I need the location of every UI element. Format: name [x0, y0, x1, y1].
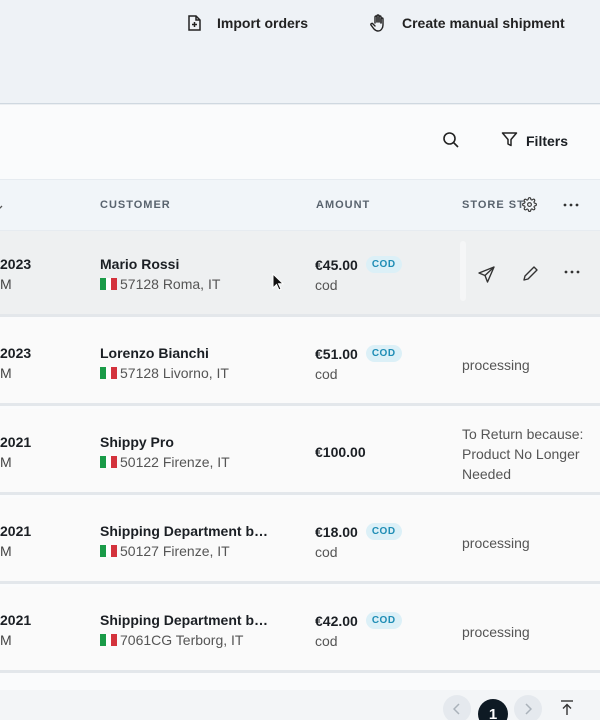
store-status: processing	[462, 624, 530, 640]
customer-name: Lorenzo Bianchi	[100, 345, 209, 361]
prev-page-button[interactable]	[443, 695, 471, 720]
amount-value: €42.00	[315, 612, 358, 629]
table-row[interactable]: 2021 M Shipping Department by B… 7061CG …	[0, 587, 600, 673]
order-time: M	[0, 454, 12, 470]
hand-icon	[370, 14, 386, 32]
table-header: CUSTOMER AMOUNT STORE ST	[0, 179, 600, 231]
column-header-store-status[interactable]: STORE ST	[462, 199, 525, 211]
table-toolbar: Filters	[0, 105, 600, 179]
address-text: 50122 Firenze, IT	[120, 454, 230, 470]
payment-method: cod	[315, 544, 338, 560]
sort-arrow-icon[interactable]	[0, 199, 6, 214]
payment-method: cod	[315, 366, 338, 382]
italy-flag-icon	[100, 278, 118, 290]
address-text: 7061CG Terborg, IT	[120, 632, 244, 648]
filters-label: Filters	[526, 133, 569, 149]
italy-flag-icon	[100, 367, 118, 379]
filter-icon	[501, 131, 518, 151]
status-placeholder	[460, 241, 466, 301]
customer-address: 57128 Livorno, IT	[100, 365, 229, 381]
order-time: M	[0, 276, 12, 292]
italy-flag-icon	[100, 456, 118, 468]
orders-panel: Filters CUSTOMER AMOUNT STORE ST 2023 M …	[0, 105, 600, 720]
address-text: 57128 Livorno, IT	[120, 365, 229, 381]
payment-method: cod	[315, 633, 338, 649]
column-header-customer[interactable]: CUSTOMER	[100, 199, 171, 211]
mouse-cursor-icon	[272, 272, 285, 296]
scroll-to-top-icon[interactable]	[560, 700, 574, 720]
create-manual-shipment-label: Create manual shipment	[402, 15, 565, 31]
table-row[interactable]: 2021 M Shippy Pro 50122 Firenze, IT €100…	[0, 409, 600, 495]
pagination-bar: 1	[0, 690, 600, 720]
italy-flag-icon	[100, 634, 118, 646]
top-header: Import orders Create manual shipment	[0, 0, 600, 104]
filters-button[interactable]: Filters	[501, 131, 568, 151]
order-date: 2021	[0, 523, 32, 539]
import-orders-label: Import orders	[217, 15, 309, 31]
cod-badge: COD	[365, 345, 402, 362]
search-icon[interactable]	[442, 131, 462, 151]
order-time: M	[0, 365, 12, 381]
customer-name: Shipping Department by I…	[100, 523, 272, 539]
order-amount: €42.00 COD	[315, 612, 402, 629]
customer-name: Shipping Department by B…	[100, 612, 272, 628]
import-orders-button[interactable]: Import orders	[187, 13, 308, 33]
address-text: 50127 Firenze, IT	[120, 543, 230, 559]
store-status: processing	[462, 535, 530, 551]
column-header-amount[interactable]: AMOUNT	[316, 199, 370, 211]
create-manual-shipment-button[interactable]: Create manual shipment	[370, 13, 565, 33]
amount-value: €18.00	[315, 523, 358, 540]
address-text: 57128 Roma, IT	[120, 276, 221, 292]
more-horizontal-icon[interactable]	[563, 198, 579, 215]
order-date: 2021	[0, 612, 32, 628]
more-horizontal-icon[interactable]	[564, 265, 584, 285]
send-icon[interactable]	[478, 265, 498, 285]
order-amount: €45.00 COD	[315, 256, 402, 273]
row-actions	[460, 241, 600, 301]
customer-name: Shippy Pro	[100, 434, 174, 450]
amount-value: €100.00	[315, 444, 366, 460]
order-date: 2021	[0, 434, 32, 450]
order-date: 2023	[0, 345, 32, 361]
store-status: processing	[462, 357, 530, 373]
file-plus-icon	[187, 15, 201, 31]
store-status: To Return because: Product No Longer Nee…	[462, 426, 584, 482]
order-amount: €18.00 COD	[315, 523, 402, 540]
current-page-button[interactable]: 1	[478, 699, 508, 720]
table-row[interactable]: 2023 M Mario Rossi 57128 Roma, IT €45.00…	[0, 231, 600, 317]
payment-method: cod	[315, 277, 338, 293]
next-page-button[interactable]	[514, 695, 542, 720]
order-date: 2023	[0, 256, 32, 272]
customer-address: 50122 Firenze, IT	[100, 454, 230, 470]
table-row[interactable]: 2021 M Shipping Department by I… 50127 F…	[0, 498, 600, 584]
order-time: M	[0, 632, 12, 648]
cod-badge: COD	[365, 256, 402, 273]
customer-address: 7061CG Terborg, IT	[100, 632, 243, 648]
order-amount: €100.00	[315, 444, 366, 460]
customer-address: 57128 Roma, IT	[100, 276, 220, 292]
amount-value: €51.00	[315, 345, 358, 362]
amount-value: €45.00	[315, 256, 358, 273]
order-time: M	[0, 543, 12, 559]
italy-flag-icon	[100, 545, 118, 557]
cod-badge: COD	[365, 523, 402, 540]
customer-address: 50127 Firenze, IT	[100, 543, 230, 559]
gear-icon[interactable]	[522, 197, 537, 215]
order-amount: €51.00 COD	[315, 345, 402, 362]
cod-badge: COD	[365, 612, 402, 629]
customer-name: Mario Rossi	[100, 256, 180, 272]
table-row[interactable]: 2023 M Lorenzo Bianchi 57128 Livorno, IT…	[0, 320, 600, 406]
pencil-icon[interactable]	[522, 265, 542, 285]
